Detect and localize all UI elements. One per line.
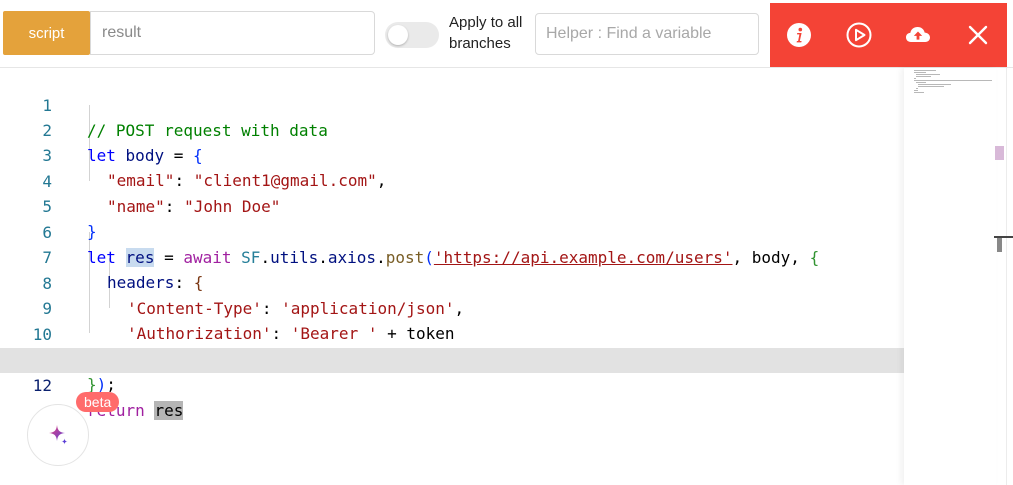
scrollbar-marker bbox=[997, 236, 1002, 252]
minimap-line bbox=[914, 78, 916, 79]
minimap-line bbox=[916, 82, 926, 83]
code-line[interactable]: 11 }); bbox=[0, 322, 904, 394]
selected-word-highlight: res bbox=[154, 401, 184, 420]
scrollbar-cursor-marker bbox=[994, 236, 1013, 238]
code-line[interactable]: 2 let body = { bbox=[0, 93, 904, 165]
ai-assistant-button[interactable] bbox=[27, 404, 89, 466]
minimap-line bbox=[916, 74, 940, 75]
code-line[interactable]: 9 'Authorization': 'Bearer ' + token bbox=[0, 271, 904, 343]
code-line-current[interactable]: 12 return res bbox=[0, 348, 904, 420]
info-icon bbox=[787, 23, 811, 47]
code-line[interactable]: 7 headers: { bbox=[0, 220, 904, 292]
info-button[interactable] bbox=[784, 20, 814, 50]
beta-badge: beta bbox=[76, 392, 120, 412]
apply-to-all-branches-label: Apply to all branches bbox=[449, 14, 523, 52]
code-line[interactable]: 5 } bbox=[0, 169, 904, 241]
cloud-upload-icon bbox=[906, 27, 930, 42]
vertical-scrollbar[interactable] bbox=[1006, 68, 1007, 485]
minimap-line bbox=[918, 86, 944, 87]
sparkle-icon bbox=[49, 425, 68, 445]
minimap-line bbox=[914, 80, 992, 81]
line-number: 12 bbox=[32, 376, 52, 395]
toolbar: script Apply to all branches bbox=[0, 0, 1013, 68]
upload-button[interactable] bbox=[903, 20, 933, 50]
script-tab-button[interactable]: script bbox=[3, 11, 90, 55]
minimap-line bbox=[914, 72, 926, 73]
code-editor[interactable]: 1 // POST request with data 2 let body =… bbox=[0, 68, 904, 485]
minimap-line bbox=[918, 84, 951, 85]
minimap-line bbox=[914, 92, 924, 93]
toggle-knob bbox=[388, 25, 408, 45]
close-button[interactable] bbox=[963, 20, 993, 50]
close-icon bbox=[968, 25, 988, 45]
run-button[interactable] bbox=[844, 20, 874, 50]
code-line[interactable]: 1 // POST request with data bbox=[0, 68, 904, 140]
action-bar bbox=[770, 3, 1007, 67]
result-variable-input[interactable] bbox=[90, 11, 375, 55]
scrollbar-marker bbox=[995, 146, 1004, 160]
minimap-line bbox=[916, 88, 918, 89]
helper-variable-search-input[interactable] bbox=[535, 13, 759, 55]
minimap-line bbox=[914, 90, 918, 91]
minimap-line bbox=[914, 70, 936, 71]
code-line[interactable]: 8 'Content-Type': 'application/json', bbox=[0, 246, 904, 318]
minimap-line bbox=[916, 76, 931, 77]
code-line[interactable]: 10 } bbox=[0, 297, 904, 369]
editor-minimap[interactable] bbox=[904, 68, 996, 485]
apply-to-all-branches-toggle[interactable] bbox=[385, 22, 439, 48]
code-line[interactable]: 4 "name": "John Doe" bbox=[0, 144, 904, 216]
run-icon bbox=[846, 22, 872, 48]
code-line[interactable]: 6 let res = await SF.utils.axios.post('h… bbox=[0, 195, 904, 267]
code-line[interactable]: 3 "email": "client1@gmail.com", bbox=[0, 118, 904, 190]
